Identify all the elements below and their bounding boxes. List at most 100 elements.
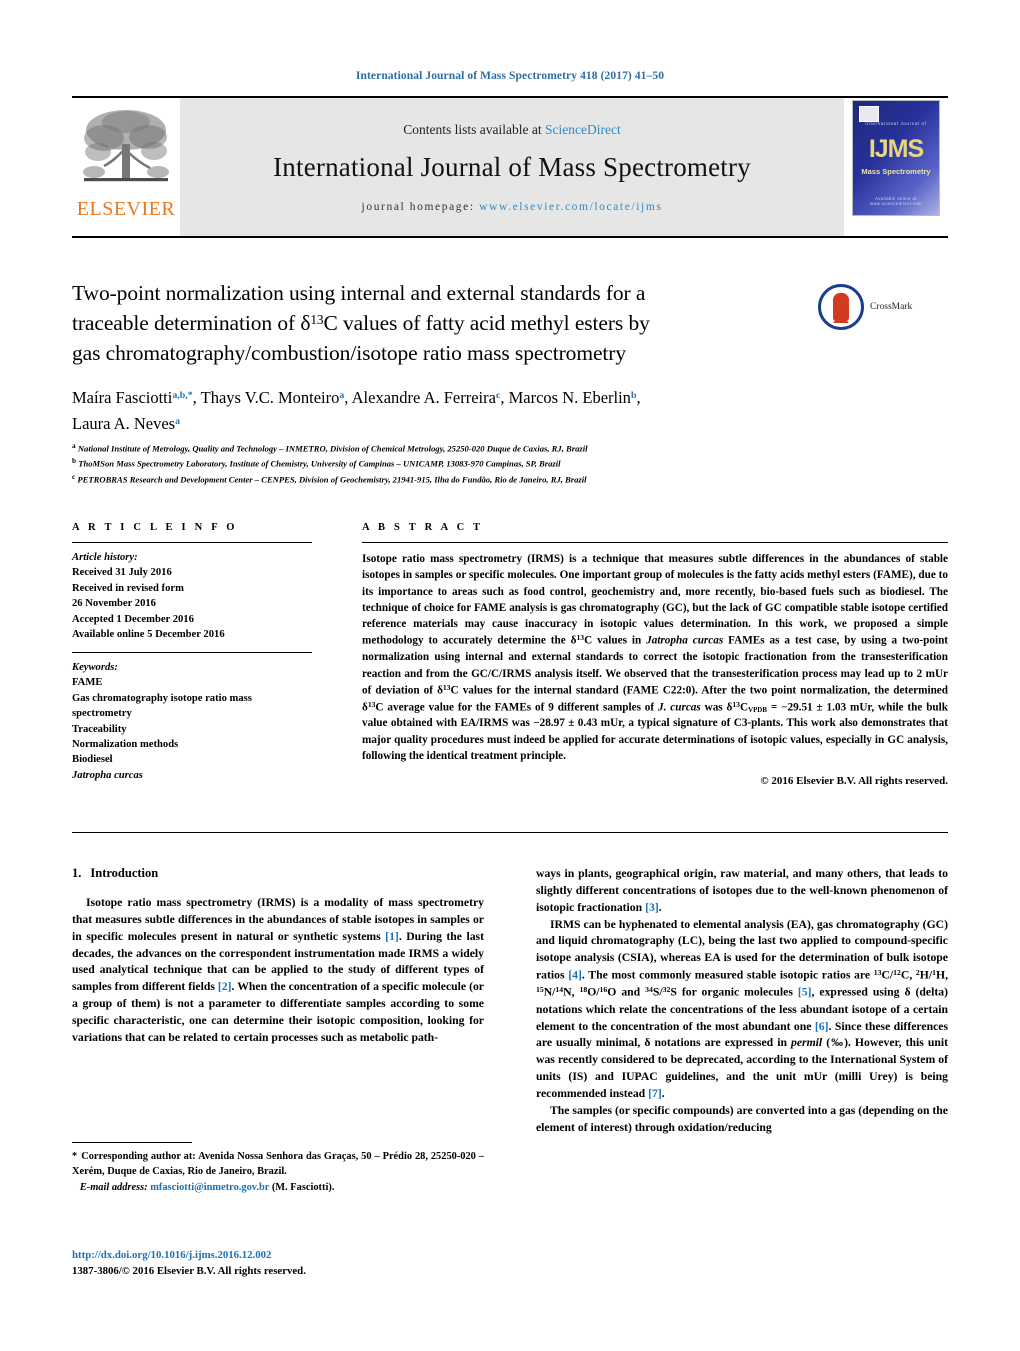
author-4-marks[interactable]: b <box>631 390 637 401</box>
homepage-label: journal homepage: <box>361 200 475 213</box>
author-5: Laura A. Nevesa <box>72 414 180 433</box>
abstract-text: Isotope ratio mass spectrometry (IRMS) i… <box>362 551 948 764</box>
homepage-url-link[interactable]: www.elsevier.com/locate/ijms <box>479 201 662 213</box>
intro-paragraph-1-cont: ways in plants, geographical origin, raw… <box>536 866 948 917</box>
title-block: Two-point normalization using internal a… <box>72 278 948 368</box>
affiliation-b-mark: b <box>72 456 77 466</box>
abs-sup-4: 13 <box>732 699 740 709</box>
keyword-6-italic: Jatropha curcas <box>72 769 143 781</box>
title-line-2b: C values of fatty acid methyl esters by <box>323 311 650 336</box>
keyword-4: Normalization methods <box>72 738 179 750</box>
section-number: 1. <box>72 866 82 880</box>
author-5-marks[interactable]: a <box>175 416 180 427</box>
contents-line: Contents lists available at ScienceDirec… <box>403 122 620 138</box>
intro-p1c-seg2: . <box>658 900 662 914</box>
affiliation-a-mark: a <box>72 441 76 450</box>
section-heading-introduction: 1. Introduction <box>72 866 484 881</box>
author-4: Marcos N. Eberlinb <box>509 388 637 407</box>
crossmark-icon <box>818 284 864 330</box>
publisher-logo: ELSEVIER <box>72 98 180 236</box>
history-item-3: Accepted 1 December 2016 <box>72 613 194 625</box>
isotope-14n-label: N, <box>563 985 580 999</box>
isotope-2h-label: H/ <box>919 968 933 982</box>
citation-ref-2[interactable]: [2] <box>218 980 232 993</box>
citation-ref-1[interactable]: [1] <box>385 930 399 943</box>
journal-homepage-line: journal homepage: www.elsevier.com/locat… <box>362 201 663 213</box>
article-page: International Journal of Mass Spectromet… <box>0 0 1020 1351</box>
section-title: Introduction <box>90 866 159 880</box>
cover-elsevier-badge-icon <box>859 106 879 122</box>
author-4-name: Marcos N. Eberlin <box>508 388 631 407</box>
title-line-2a: traceable determination of <box>72 311 301 336</box>
sciencedirect-link[interactable]: ScienceDirect <box>545 122 621 137</box>
author-5-name: Laura A. Neves <box>72 413 176 433</box>
author-2-marks[interactable]: a <box>339 390 344 401</box>
abstract-copyright: © 2016 Elsevier B.V. All rights reserved… <box>760 775 948 788</box>
abs-c-symbol: C <box>739 700 749 713</box>
abs-seg-2: C values in <box>584 634 647 647</box>
footnote-address: * Corresponding author at: Avenida Nossa … <box>72 1150 484 1180</box>
title-superscript-13: 13 <box>310 312 324 328</box>
intro-paragraph-3: The samples (or specific compounds) are … <box>536 1103 948 1134</box>
affiliation-list: a National Institute of Metrology, Quali… <box>72 440 948 486</box>
keyword-1: Gas chromatography isotope ratio mass <box>72 692 252 704</box>
affiliation-c: c PETROBRAS Research and Development Cen… <box>72 471 948 486</box>
elsevier-tree-icon <box>78 104 174 196</box>
affiliation-c-mark: c <box>72 471 76 481</box>
intro-p2-seg6: . <box>661 1086 665 1100</box>
doi-link[interactable]: http://dx.doi.org/10.1016/j.ijms.2016.12… <box>72 1247 532 1263</box>
author-1-marks[interactable]: a,b,* <box>172 390 192 401</box>
citation-ref-7[interactable]: [7] <box>648 1087 662 1100</box>
article-history-label: Article history: <box>72 552 138 563</box>
journal-masthead: ELSEVIER Contents lists available at Sci… <box>72 96 948 236</box>
affiliation-c-text: PETROBRAS Research and Development Cente… <box>77 473 587 484</box>
doi-block: http://dx.doi.org/10.1016/j.ijms.2016.12… <box>72 1247 532 1279</box>
history-item-1: Received in revised form <box>72 582 184 594</box>
body-column-left: 1. Introduction Isotope ratio mass spectr… <box>72 866 484 1047</box>
article-info-heading: A R T I C L E I N F O <box>72 522 238 533</box>
permil-italic: permil <box>791 1036 823 1050</box>
citation-ref-6[interactable]: [6] <box>815 1020 829 1033</box>
email-owner: (M. Fasciotti). <box>271 1181 335 1193</box>
author-1: Maíra Fasciottia,b,* <box>72 388 193 407</box>
affiliation-b-text: ThoMSon Mass Spectrometry Laboratory, In… <box>78 458 561 469</box>
citation-ref-3[interactable]: [3] <box>645 901 659 914</box>
abstract-bottom-rule <box>72 832 948 833</box>
footnote-email-line: E-mail address: mfasciotti@inmetro.gov.b… <box>72 1181 484 1196</box>
issn-copyright-line: 1387-3806/© 2016 Elsevier B.V. All right… <box>72 1265 306 1278</box>
crossmark-label: CrossMark <box>870 302 913 312</box>
abs-seg-1: Isotope ratio mass spectrometry (IRMS) i… <box>362 553 948 647</box>
email-link[interactable]: mfasciotti@inmetro.gov.br <box>150 1182 269 1193</box>
intro-p1c-seg1: ways in plants, geographical origin, raw… <box>536 867 948 914</box>
isotope-32s-label: S for organic molecules <box>670 985 798 999</box>
title-delta: δ <box>300 311 311 336</box>
keywords-label: Keywords: <box>72 661 118 673</box>
author-3-marks[interactable]: c <box>496 390 500 401</box>
article-info-column: A R T I C L E I N F O Article history: R… <box>72 522 312 783</box>
keyword-0: FAME <box>72 677 103 689</box>
isotope-15n: 15 <box>536 985 544 995</box>
affiliation-b: b ThoMSon Mass Spectrometry Laboratory, … <box>72 455 948 470</box>
abs-seg-5: C average value for the FAMEs of 9 diffe… <box>375 700 659 713</box>
crossmark-badge[interactable]: CrossMark <box>818 284 948 330</box>
abstract-heading: A B S T R A C T <box>362 522 484 533</box>
citation-ref-5[interactable]: [5] <box>798 986 812 999</box>
keyword-3: Traceability <box>72 723 127 735</box>
corresponding-author-footnote: * Corresponding author at: Avenida Nossa … <box>72 1142 484 1196</box>
isotope-12-label: C, <box>900 968 916 982</box>
citation-ref-4[interactable]: [4] <box>568 969 582 982</box>
isotope-18o-label: O/ <box>587 985 600 999</box>
abs-seg-6: was <box>700 700 727 713</box>
cover-ijms-mark: IJMS <box>868 135 924 163</box>
cover-subtitle: Mass Spectrometry <box>861 167 931 176</box>
running-head: International Journal of Mass Spectromet… <box>355 70 665 82</box>
isotope-15n-label: N/ <box>543 985 556 999</box>
cover-top-caption: International Journal of <box>865 121 927 126</box>
abs-sup-1: 13 <box>576 633 585 643</box>
abs-italic-2: J. curcas <box>658 700 701 713</box>
author-3-name: Alexandre A. Ferreira <box>351 388 496 407</box>
isotope-1h-label: H, <box>935 968 948 982</box>
intro-p2-seg2: . The most commonly measured stable isot… <box>581 968 874 982</box>
abs-sub-vpdb: VPDB <box>748 705 767 714</box>
abs-italic-1: Jatropha curcas <box>646 634 724 647</box>
